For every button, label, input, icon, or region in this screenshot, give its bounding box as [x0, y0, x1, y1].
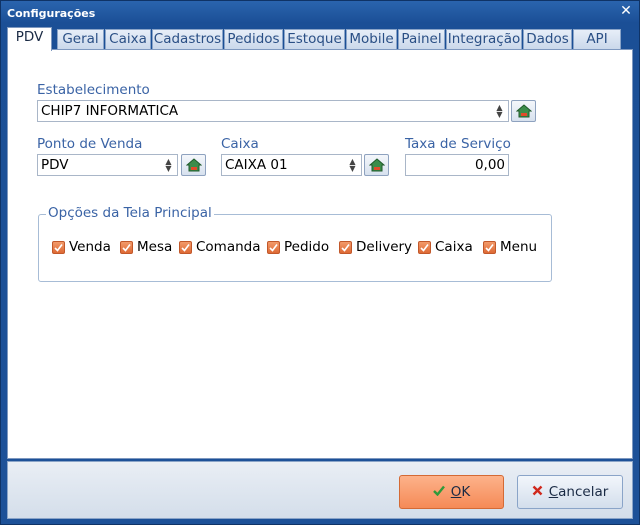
tab-pdv[interactable]: PDV: [7, 27, 52, 51]
tab-mobile[interactable]: Mobile: [346, 29, 397, 50]
dialog-footer: OK Cancelar: [7, 461, 633, 519]
estabelecimento-value: CHIP7 INFORMATICA: [41, 103, 179, 119]
tab-estoque[interactable]: Estoque: [284, 29, 345, 50]
checkbox-comanda[interactable]: Comanda: [179, 239, 261, 255]
tab-caixa[interactable]: Caixa: [105, 29, 151, 50]
ok-label: OK: [450, 484, 471, 500]
tab-content-pdv: Estabelecimento CHIP7 INFORMATICA ▲ ▼ Pon…: [7, 49, 633, 459]
caixa-lookup-button[interactable]: [364, 154, 389, 176]
tab-dados[interactable]: Dados: [523, 29, 572, 50]
house-lookup-icon: [516, 104, 532, 118]
checkbox-mesa[interactable]: Mesa: [120, 239, 172, 255]
config-window: Configurações ✕ PDV Geral Caixa Cadastro…: [0, 0, 640, 525]
caixa-select[interactable]: CAIXA 01 ▲ ▼: [221, 154, 362, 176]
check-icon: [432, 484, 445, 500]
checkbox-checked-icon: [52, 240, 65, 254]
caixa-value: CAIXA 01: [225, 157, 288, 173]
house-lookup-icon: [186, 158, 202, 172]
checkbox-venda[interactable]: Venda: [52, 239, 111, 255]
checkbox-pedido[interactable]: Pedido: [267, 239, 329, 255]
checkbox-checked-icon: [418, 240, 431, 254]
taxa-servico-label: Taxa de Serviço: [405, 136, 511, 152]
tab-strip: PDV Geral Caixa Cadastros Pedidos Estoqu…: [7, 27, 633, 51]
spin-arrows-icon[interactable]: ▲ ▼: [347, 158, 358, 173]
title-bar: Configurações ✕: [1, 1, 639, 25]
ponto-venda-value: PDV: [41, 157, 69, 173]
opcoes-title: Opções da Tela Principal: [46, 205, 214, 221]
checkbox-checked-icon: [179, 240, 192, 254]
x-icon: [532, 484, 543, 500]
cancel-label: Cancelar: [548, 484, 609, 500]
close-icon[interactable]: ✕: [619, 4, 633, 18]
checkbox-delivery[interactable]: Delivery: [339, 239, 412, 255]
estabelecimento-select[interactable]: CHIP7 INFORMATICA ▲ ▼: [37, 100, 509, 122]
tab-integracao[interactable]: Integração: [446, 29, 522, 50]
estabelecimento-lookup-button[interactable]: [511, 100, 536, 122]
tab-geral[interactable]: Geral: [57, 29, 104, 50]
checkbox-checked-icon: [267, 240, 280, 254]
ponto-venda-label: Ponto de Venda: [37, 136, 143, 152]
tab-cadastros[interactable]: Cadastros: [152, 29, 223, 50]
cancel-button[interactable]: Cancelar: [517, 475, 623, 509]
taxa-servico-value: 0,00: [474, 157, 505, 173]
estabelecimento-label: Estabelecimento: [37, 82, 150, 98]
checkbox-checked-icon: [339, 240, 352, 254]
checkbox-menu[interactable]: Menu: [483, 239, 537, 255]
spin-arrows-icon[interactable]: ▲ ▼: [494, 104, 505, 119]
taxa-servico-input[interactable]: 0,00: [405, 154, 509, 176]
ponto-venda-select[interactable]: PDV ▲ ▼: [37, 154, 178, 176]
spin-arrows-icon[interactable]: ▲ ▼: [163, 158, 174, 173]
house-lookup-icon: [369, 158, 385, 172]
caixa-label: Caixa: [221, 136, 259, 152]
ok-button[interactable]: OK: [399, 475, 504, 509]
checkbox-checked-icon: [483, 240, 496, 254]
window-title: Configurações: [7, 7, 96, 20]
tab-pedidos[interactable]: Pedidos: [224, 29, 283, 50]
ponto-venda-lookup-button[interactable]: [181, 154, 206, 176]
checkbox-checked-icon: [120, 240, 133, 254]
tab-painel[interactable]: Painel: [398, 29, 445, 50]
checkbox-caixa[interactable]: Caixa: [418, 239, 473, 255]
tab-api[interactable]: API: [573, 29, 621, 50]
